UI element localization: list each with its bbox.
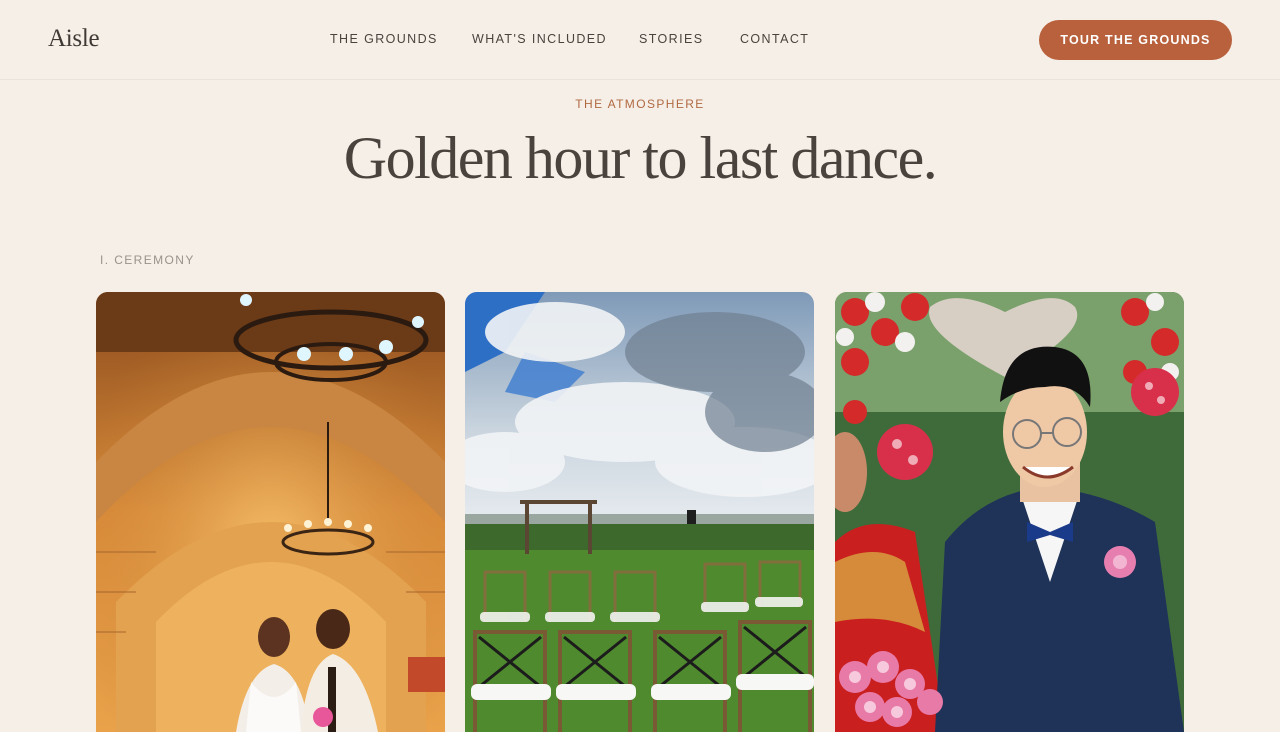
- ceremony-section-label: I. CEREMONY: [100, 253, 195, 267]
- top-navigation: Aisle THE GROUNDS WHAT'S INCLUDED STORIE…: [0, 0, 1280, 80]
- nav-link-the-grounds[interactable]: THE GROUNDS: [330, 32, 438, 46]
- ceremony-photo-hall[interactable]: [96, 292, 445, 732]
- nav-link-contact[interactable]: CONTACT: [740, 32, 809, 46]
- tour-the-grounds-button[interactable]: TOUR THE GROUNDS: [1039, 20, 1232, 60]
- section-eyebrow: THE ATMOSPHERE: [575, 97, 705, 111]
- hall-photo-illustration: [96, 292, 445, 732]
- groom-photo-illustration: [835, 292, 1184, 732]
- outdoor-photo-illustration: [465, 292, 814, 732]
- nav-link-stories[interactable]: STORIES: [639, 32, 703, 46]
- ceremony-photo-groom[interactable]: [835, 292, 1184, 732]
- nav-link-whats-included[interactable]: WHAT'S INCLUDED: [472, 32, 607, 46]
- page-headline: Golden hour to last dance.: [343, 125, 938, 191]
- ceremony-photo-outdoor[interactable]: [465, 292, 814, 732]
